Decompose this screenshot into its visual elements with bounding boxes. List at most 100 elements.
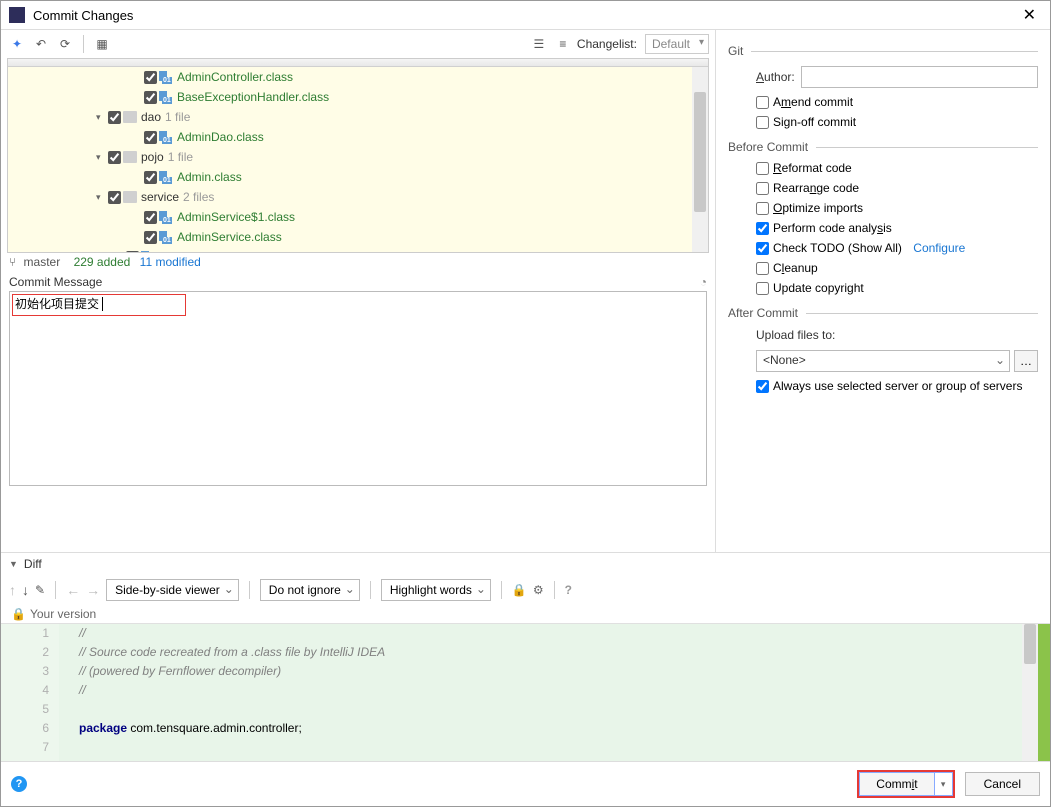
changes-tree[interactable]: 01AdminController.class01BaseExceptionHa… xyxy=(7,58,709,253)
branch-icon: ⑂ xyxy=(9,255,16,269)
help-button[interactable]: ? xyxy=(11,776,27,792)
class-file-icon: 01 xyxy=(141,251,155,253)
git-section: Git xyxy=(728,36,1038,62)
tree-file[interactable]: 01 BaseExceptionHandler.class xyxy=(8,87,708,107)
code-scrollbar[interactable] xyxy=(1022,624,1038,761)
chevron-down-icon: ▼ xyxy=(9,559,18,569)
viewer-select[interactable]: Side-by-side viewer xyxy=(106,579,239,601)
commit-dropdown[interactable]: ▾ xyxy=(935,772,953,796)
expand-arrow-icon[interactable]: ▾ xyxy=(96,112,108,123)
author-input[interactable] xyxy=(801,66,1038,88)
class-file-icon: 01 xyxy=(159,91,173,103)
tree-checkbox[interactable] xyxy=(144,131,157,144)
tree-item-name: dao xyxy=(141,110,161,124)
tree-checkbox[interactable] xyxy=(108,111,121,124)
lock-icon[interactable]: 🔒 xyxy=(512,583,527,597)
undo-icon[interactable]: ↶ xyxy=(31,34,51,54)
configure-link[interactable]: Configure xyxy=(913,241,965,255)
diff-editor[interactable]: 1234567 //// Source code recreated from … xyxy=(1,623,1050,761)
class-file-icon: 01 xyxy=(159,131,173,143)
tree-item-count: 1 file xyxy=(168,150,193,164)
commit-message-input[interactable]: 初始化项目提交 xyxy=(9,291,707,486)
changelist-select[interactable]: Default xyxy=(645,34,709,54)
todo-checkbox[interactable] xyxy=(756,242,769,255)
rearrange-checkbox[interactable] xyxy=(756,182,769,195)
tree-item-name: AdminService$1.class xyxy=(177,210,295,224)
tree-checkbox[interactable] xyxy=(144,91,157,104)
help-icon[interactable]: ? xyxy=(565,583,572,597)
tree-checkbox[interactable] xyxy=(144,231,157,244)
amend-label: Amend commit xyxy=(773,95,853,109)
tree-item-name: AdminService.class xyxy=(177,230,282,244)
branch-name: master xyxy=(24,255,61,269)
highlight-select[interactable]: Highlight words xyxy=(381,579,491,601)
refresh-icon[interactable]: ✦ xyxy=(7,34,27,54)
always-server-checkbox[interactable] xyxy=(756,380,769,393)
cancel-button[interactable]: Cancel xyxy=(965,772,1040,796)
tree-folder[interactable]: ▾ pojo 1 file xyxy=(8,147,708,167)
folder-icon xyxy=(123,151,137,163)
tree-checkbox[interactable] xyxy=(126,251,139,254)
lock-small-icon: 🔒 xyxy=(11,607,26,621)
window-title: Commit Changes xyxy=(33,8,1017,23)
upload-browse-button[interactable]: … xyxy=(1014,350,1038,372)
titlebar: Commit Changes ✕ xyxy=(1,1,1050,30)
app-icon xyxy=(9,7,25,23)
prev-change-icon[interactable]: ↑ xyxy=(9,582,16,598)
next-change-icon[interactable]: ↓ xyxy=(22,582,29,598)
tree-scrollbar[interactable] xyxy=(692,67,708,252)
nav-back-icon[interactable]: ← xyxy=(66,582,80,598)
tree-file[interactable]: 01 AdminService.class xyxy=(8,227,708,247)
tree-item-name: service xyxy=(141,190,179,204)
nav-forward-icon[interactable]: → xyxy=(86,582,100,598)
group-icon[interactable]: ▦ xyxy=(92,34,112,54)
ignore-select[interactable]: Do not ignore xyxy=(260,579,360,601)
signoff-checkbox[interactable] xyxy=(756,116,769,129)
class-file-icon: 01 xyxy=(159,231,173,243)
tree-folder[interactable]: ▾service2 files xyxy=(8,187,708,207)
after-commit-section: After Commit xyxy=(728,298,1038,324)
tree-file[interactable]: 01Admin.class xyxy=(8,167,708,187)
history-icon[interactable]: ◔ xyxy=(700,275,707,289)
optimize-checkbox[interactable] xyxy=(756,202,769,215)
tree-file[interactable]: 01 AdminDao.class xyxy=(8,127,708,147)
tree-file[interactable]: 01AdminService$1.class xyxy=(8,207,708,227)
cleanup-checkbox[interactable] xyxy=(756,262,769,275)
gear-icon[interactable]: ⚙ xyxy=(533,583,544,597)
tree-item-name: BaseExceptionHandler.class xyxy=(177,90,329,104)
tree-item-count: 1 file xyxy=(165,110,190,124)
added-count: 229 added xyxy=(74,255,131,269)
tree-item-name: pojo xyxy=(141,150,164,164)
overview-ruler xyxy=(1038,624,1050,761)
expand-arrow-icon[interactable]: ▾ xyxy=(96,192,108,203)
redo-icon[interactable]: ⟳ xyxy=(55,34,75,54)
commit-button[interactable]: Commit xyxy=(859,772,934,796)
collapse-icon[interactable]: ≡ xyxy=(553,34,573,54)
tree-item-name: AdminApplication.class xyxy=(159,250,282,253)
edit-icon[interactable]: ✎ xyxy=(35,583,45,597)
tree-checkbox[interactable] xyxy=(144,71,157,84)
class-file-icon: 01 xyxy=(159,171,173,183)
class-file-icon: 01 xyxy=(159,71,173,83)
reformat-checkbox[interactable] xyxy=(756,162,769,175)
analysis-checkbox[interactable] xyxy=(756,222,769,235)
commit-message-label: Commit Message xyxy=(9,275,102,289)
tree-checkbox[interactable] xyxy=(144,171,157,184)
expand-icon[interactable]: ☰ xyxy=(529,34,549,54)
tree-folder[interactable]: ▾ dao 1 file xyxy=(8,107,708,127)
tree-checkbox[interactable] xyxy=(108,191,121,204)
expand-arrow-icon[interactable]: ▾ xyxy=(96,152,108,163)
folder-icon xyxy=(123,191,137,203)
signoff-label: Sign-off commit xyxy=(773,115,856,129)
tree-file[interactable]: 01 AdminApplication.class xyxy=(8,247,708,253)
tree-checkbox[interactable] xyxy=(108,151,121,164)
amend-checkbox[interactable] xyxy=(756,96,769,109)
close-icon[interactable]: ✕ xyxy=(1017,5,1042,25)
diff-header[interactable]: ▼ Diff xyxy=(1,553,1050,575)
copyright-checkbox[interactable] xyxy=(756,282,769,295)
tree-file[interactable]: 01AdminController.class xyxy=(8,67,708,87)
tree-item-name: AdminDao.class xyxy=(177,130,264,144)
upload-select[interactable]: <None> xyxy=(756,350,1010,372)
tree-checkbox[interactable] xyxy=(144,211,157,224)
commit-button-highlight: Commit ▾ xyxy=(857,770,954,798)
